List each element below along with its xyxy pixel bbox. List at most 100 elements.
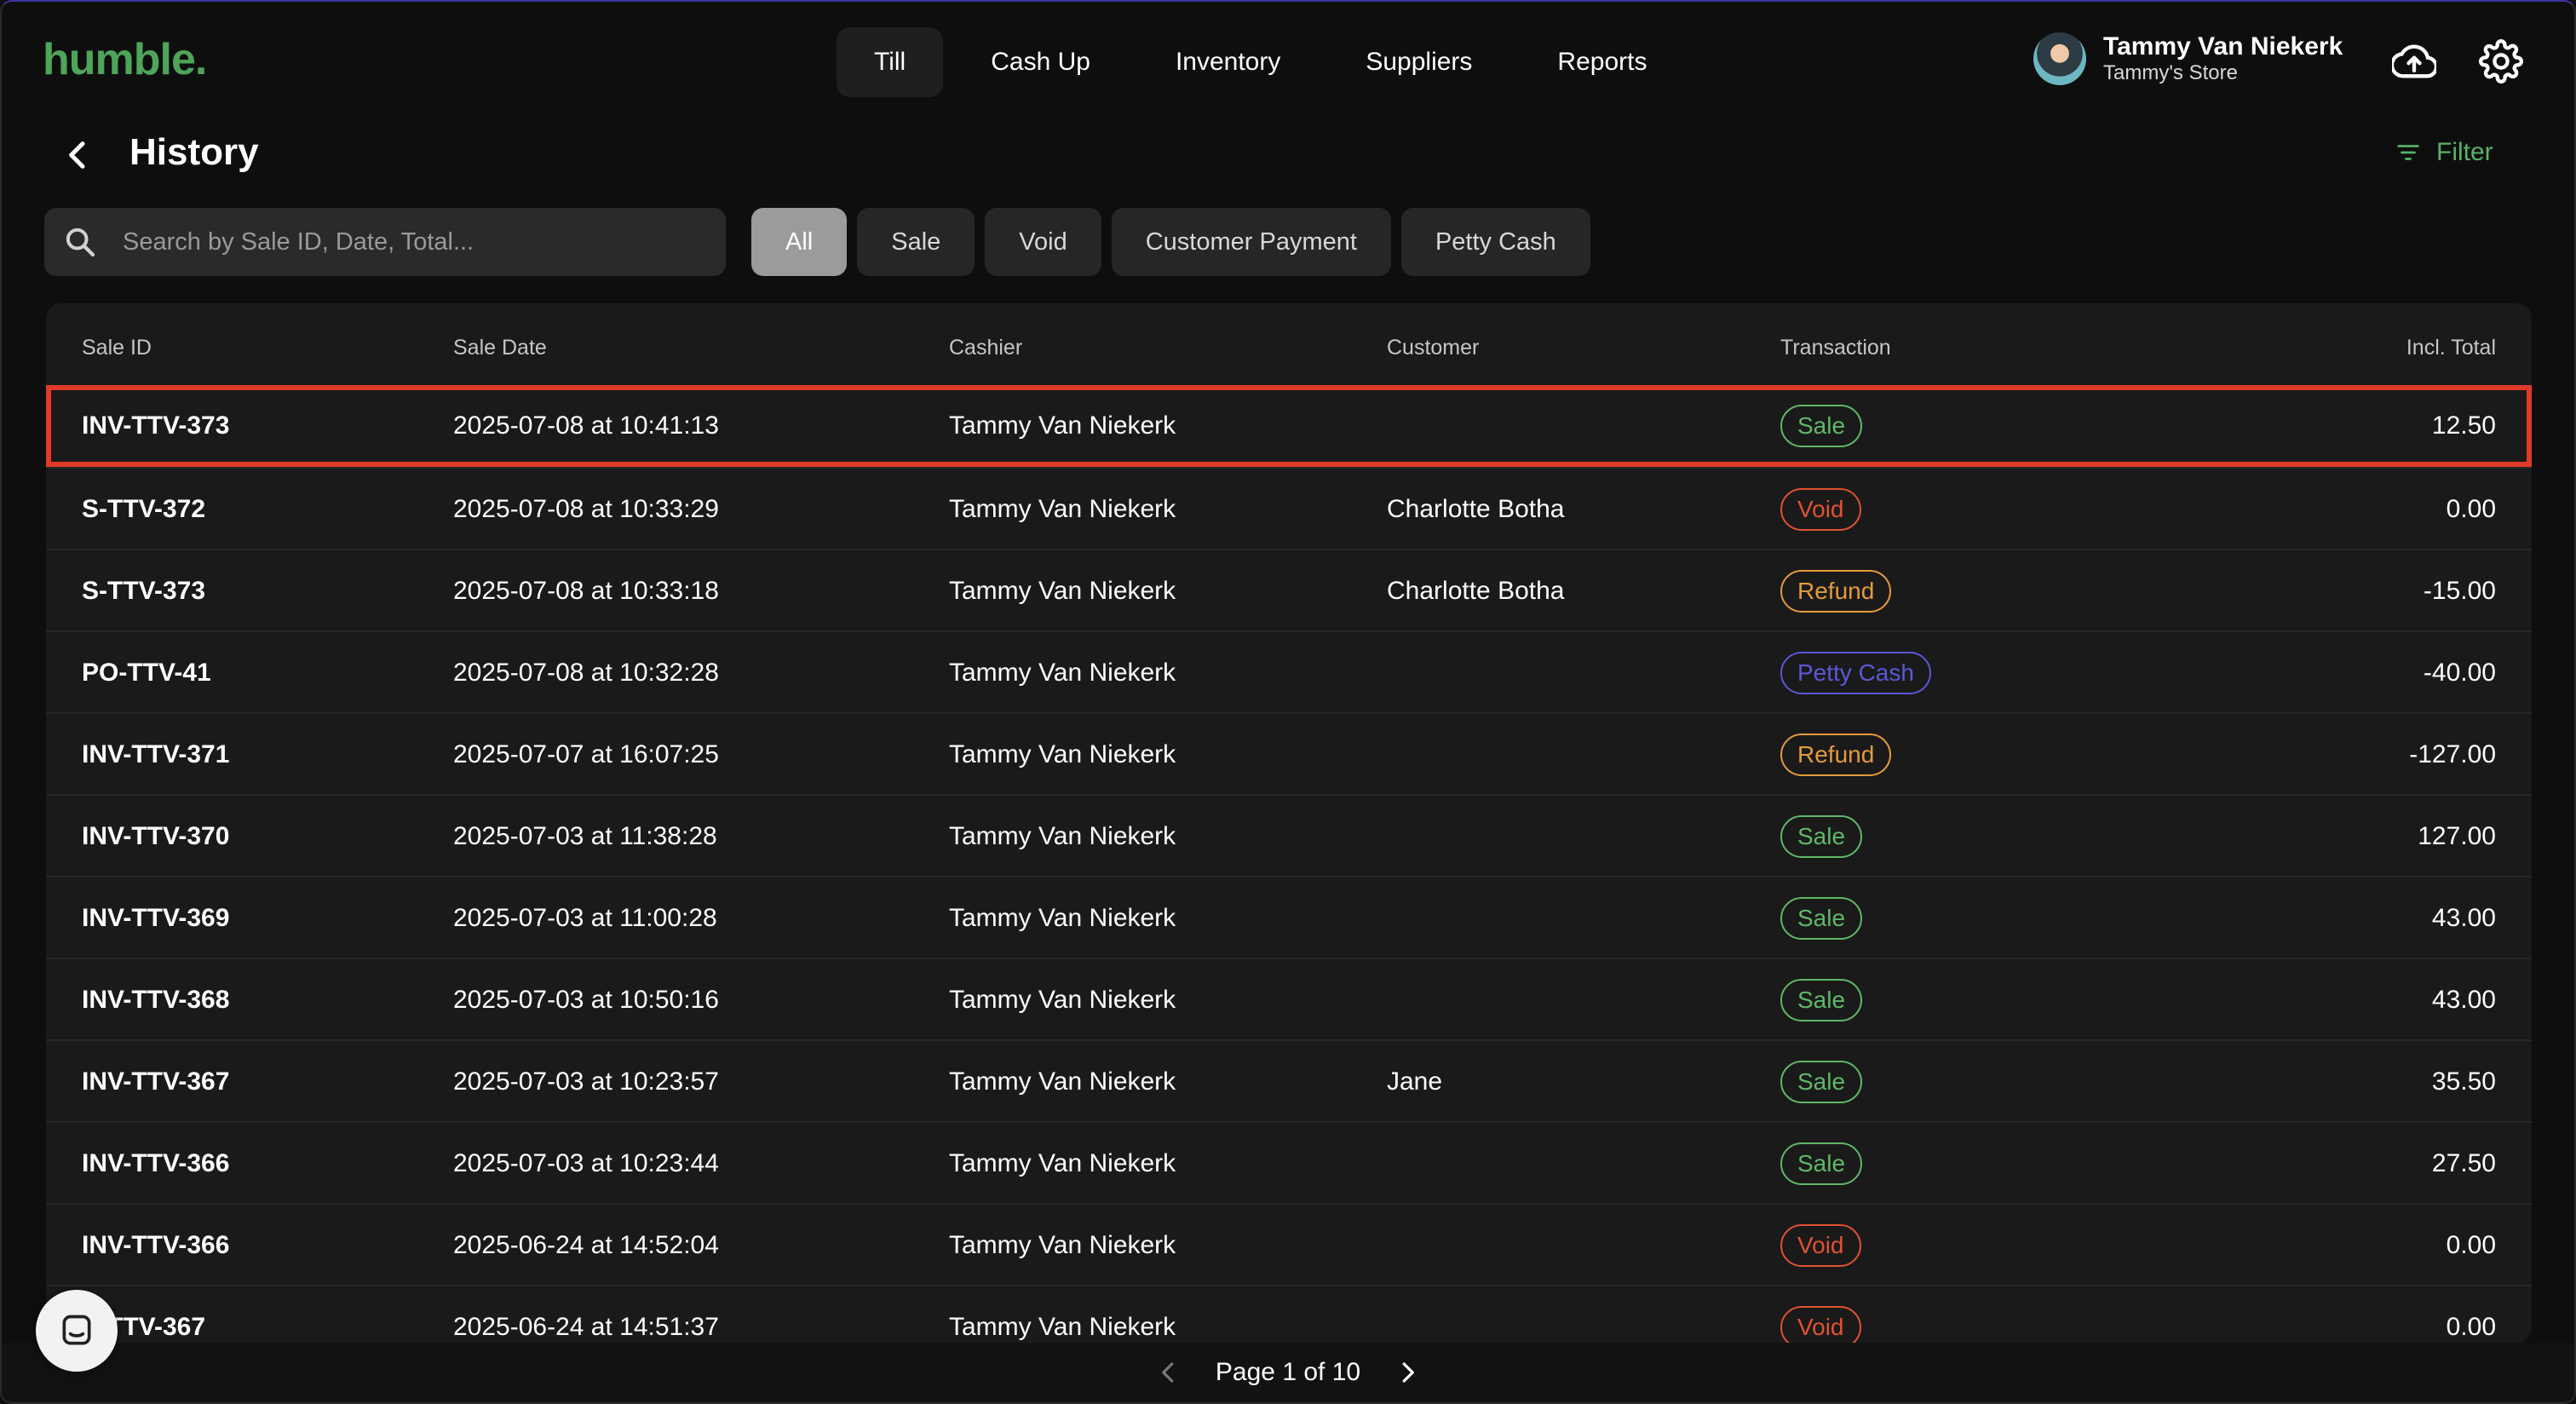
table-row[interactable]: S-TTV-373 2025-07-08 at 10:33:18 Tammy Van… [46, 549, 2532, 632]
transaction-cell: Refund [1780, 714, 1892, 796]
nav-inventory[interactable]: Inventory [1138, 27, 1318, 97]
sale-id-cell: PO-TTV-41 [82, 659, 211, 687]
table-row[interactable]: INV-TTV-373 2025-07-08 at 10:41:13 Tammy V… [46, 385, 2532, 467]
col-cashier[interactable]: Cashier [949, 336, 1022, 360]
search-bar [44, 208, 726, 276]
sale-id-cell: INV-TTV-371 [82, 740, 230, 768]
total-cell: 0.00 [2446, 1231, 2496, 1259]
sale-date-cell: 2025-07-08 at 10:33:18 [453, 577, 719, 605]
pagination: Page 1 of 10 [2, 1343, 2574, 1402]
avatar [2033, 32, 2086, 85]
table-row[interactable]: S-TTV-372 2025-07-08 at 10:33:29 Tammy Van… [46, 467, 2532, 550]
chip-all[interactable]: All [751, 208, 848, 276]
cashier-cell: Tammy Van Niekerk [949, 1149, 1176, 1177]
chat-launcher-button[interactable] [36, 1290, 118, 1372]
table-row[interactable]: INV-TTV-369 2025-07-03 at 11:00:28 Tammy V… [46, 876, 2532, 959]
table-row[interactable]: INV-TTV-368 2025-07-03 at 10:50:16 Tammy V… [46, 958, 2532, 1041]
table-row[interactable]: INV-TTV-371 2025-07-07 at 16:07:25 Tammy V… [46, 712, 2532, 796]
nav-till[interactable]: Till [837, 27, 944, 97]
chip-sale[interactable]: Sale [857, 208, 975, 276]
table-row[interactable]: S-TTV-367 2025-06-24 at 14:51:37 Tammy Van… [46, 1285, 2532, 1343]
chevron-right-icon[interactable] [1394, 1360, 1420, 1385]
table-row[interactable]: PO-TTV-41 2025-07-08 at 10:32:28 Tammy Van… [46, 630, 2532, 714]
cashier-cell: Tammy Van Niekerk [949, 986, 1176, 1014]
cashier-cell: Tammy Van Niekerk [949, 904, 1176, 932]
col-total[interactable]: Incl. Total [2406, 336, 2496, 360]
transaction-cell: Void [1780, 469, 1861, 550]
transaction-badge: Sale [1780, 897, 1863, 940]
chevron-left-icon[interactable] [1156, 1360, 1182, 1385]
col-customer[interactable]: Customer [1387, 336, 1479, 360]
transaction-cell: Sale [1780, 1041, 1863, 1123]
user-store: Tammy's Store [2103, 61, 2238, 84]
cashier-cell: Tammy Van Niekerk [949, 495, 1176, 523]
customer-cell: Charlotte Botha [1387, 577, 1565, 605]
table-row[interactable]: INV-TTV-366 2025-06-24 at 14:52:04 Tammy V… [46, 1203, 2532, 1286]
filter-button[interactable]: Filter [2395, 138, 2493, 167]
transaction-cell: Sale [1780, 796, 1863, 878]
transaction-cell: Sale [1780, 1123, 1863, 1205]
total-cell: 127.00 [2418, 822, 2496, 850]
customer-cell: Jane [1387, 1067, 1443, 1096]
transaction-badge: Sale [1780, 405, 1863, 447]
chip-customer-payment[interactable]: Customer Payment [1111, 208, 1391, 276]
chip-void[interactable]: Void [985, 208, 1101, 276]
chat-icon [62, 1315, 91, 1345]
filter-label: Filter [2436, 138, 2493, 166]
transaction-cell: Sale [1780, 385, 1863, 467]
history-table: Sale ID Sale Date Cashier Customer Trans… [46, 303, 2532, 1343]
col-sale-id[interactable]: Sale ID [82, 336, 152, 360]
cashier-cell: Tammy Van Niekerk [949, 411, 1176, 440]
total-cell: 0.00 [2446, 495, 2496, 523]
sale-date-cell: 2025-07-03 at 10:50:16 [453, 986, 719, 1014]
sale-id-cell: INV-TTV-367 [82, 1067, 230, 1096]
sale-id-cell: INV-TTV-368 [82, 986, 230, 1014]
sale-date-cell: 2025-07-03 at 11:38:28 [453, 822, 717, 850]
transaction-cell: Void [1780, 1286, 1861, 1343]
total-cell: -40.00 [2423, 659, 2496, 687]
sale-id-cell: S-TTV-373 [82, 577, 206, 605]
transaction-badge: Sale [1780, 1061, 1863, 1103]
total-cell: 35.50 [2431, 1067, 2496, 1096]
sale-id-cell: INV-TTV-373 [82, 411, 230, 440]
cloud-upload-icon[interactable] [2392, 39, 2436, 83]
transaction-badge: Void [1780, 1224, 1861, 1267]
gear-icon[interactable] [2479, 39, 2523, 83]
transaction-badge: Refund [1780, 570, 1892, 613]
customer-cell: Charlotte Botha [1387, 495, 1565, 523]
nav-cash-up[interactable]: Cash Up [953, 27, 1128, 97]
page-indicator: Page 1 of 10 [1215, 1358, 1361, 1386]
total-cell: 43.00 [2431, 986, 2496, 1014]
nav-reports[interactable]: Reports [1520, 27, 1684, 97]
col-transaction[interactable]: Transaction [1780, 336, 1891, 360]
app-logo[interactable]: humble. [43, 34, 207, 85]
nav-suppliers[interactable]: Suppliers [1328, 27, 1509, 97]
app-window: humble. Till Cash Up Inventory Suppliers… [0, 0, 2576, 1404]
table-row[interactable]: INV-TTV-366 2025-07-03 at 10:23:44 Tammy V… [46, 1121, 2532, 1205]
chip-petty-cash[interactable]: Petty Cash [1400, 208, 1590, 276]
sale-id-cell: INV-TTV-366 [82, 1149, 230, 1177]
sale-date-cell: 2025-07-08 at 10:33:29 [453, 495, 719, 523]
sale-date-cell: 2025-07-03 at 11:00:28 [453, 904, 717, 932]
transaction-badge: Void [1780, 488, 1861, 531]
transaction-badge: Refund [1780, 734, 1892, 776]
sale-date-cell: 2025-06-24 at 14:52:04 [453, 1231, 719, 1259]
user-name: Tammy Van Niekerk [2103, 32, 2343, 60]
transaction-badge: Petty Cash [1780, 652, 1931, 694]
table-header: Sale ID Sale Date Cashier Customer Trans… [46, 303, 2532, 385]
user-info: Tammy Van Niekerk Tammy's Store [2103, 32, 2343, 85]
table-row[interactable]: INV-TTV-367 2025-07-03 at 10:23:57 Tammy V… [46, 1039, 2532, 1123]
back-arrow-icon[interactable] [61, 138, 95, 172]
search-input[interactable] [121, 227, 704, 257]
main-nav: Till Cash Up Inventory Suppliers Reports [837, 27, 1684, 97]
transaction-cell: Sale [1780, 878, 1863, 959]
cashier-cell: Tammy Van Niekerk [949, 577, 1176, 605]
table-row[interactable]: INV-TTV-370 2025-07-03 at 11:38:28 Tammy V… [46, 794, 2532, 878]
transaction-cell: Refund [1780, 550, 1892, 632]
user-profile[interactable]: Tammy Van Niekerk Tammy's Store [2033, 32, 2343, 85]
sale-id-cell: INV-TTV-370 [82, 822, 230, 850]
transaction-filter-chips: All Sale Void Customer Payment Petty Cas… [751, 208, 1590, 276]
total-cell: 27.50 [2431, 1149, 2496, 1177]
sale-date-cell: 2025-07-07 at 16:07:25 [453, 740, 719, 768]
col-sale-date[interactable]: Sale Date [453, 336, 547, 360]
